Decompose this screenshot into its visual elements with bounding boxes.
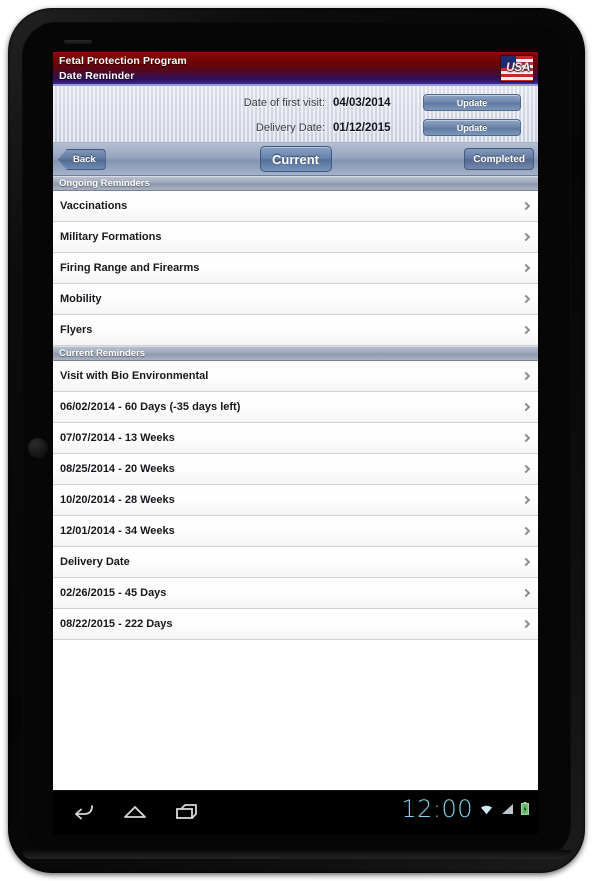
chevron-right-icon bbox=[521, 232, 531, 242]
front-camera-icon bbox=[28, 438, 48, 458]
list-item[interactable]: Visit with Bio Environmental bbox=[53, 361, 538, 392]
delivery-date-row: Delivery Date: 01/12/2015 Update bbox=[53, 116, 538, 139]
list-item-label: 08/22/2015 - 222 Days bbox=[60, 618, 173, 630]
list-item[interactable]: Firing Range and Firearms bbox=[53, 253, 538, 284]
list-item[interactable]: Military Formations bbox=[53, 222, 538, 253]
list-item-label: Vaccinations bbox=[60, 200, 128, 212]
chevron-right-icon bbox=[521, 263, 531, 273]
device-bottom-edge bbox=[22, 850, 571, 859]
recents-icon[interactable] bbox=[173, 799, 201, 825]
system-clock: 12:00 bbox=[401, 795, 473, 823]
back-button[interactable]: Back bbox=[58, 149, 106, 170]
list-item-label: Firing Range and Firearms bbox=[60, 262, 200, 274]
chevron-right-icon bbox=[521, 464, 531, 474]
list-item[interactable]: 06/02/2014 - 60 Days (-35 days left) bbox=[53, 392, 538, 423]
app-title-secondary: Date Reminder bbox=[59, 70, 135, 82]
list-item[interactable]: 07/07/2014 - 13 Weeks bbox=[53, 423, 538, 454]
back-icon[interactable] bbox=[69, 799, 97, 825]
chevron-right-icon bbox=[521, 526, 531, 536]
list-item-label: Delivery Date bbox=[60, 556, 130, 568]
chevron-right-icon bbox=[521, 294, 531, 304]
navigation-toolbar: Back Current Completed bbox=[53, 143, 538, 176]
list-item-label: Visit with Bio Environmental bbox=[60, 370, 209, 382]
usa-flag-logo-icon: USA bbox=[500, 55, 534, 82]
update-delivery-date-button[interactable]: Update bbox=[423, 119, 521, 136]
tab-completed[interactable]: Completed bbox=[464, 148, 534, 170]
section-header-ongoing: Ongoing Reminders bbox=[53, 176, 538, 191]
delivery-date-label: Delivery Date: bbox=[255, 121, 325, 134]
chevron-right-icon bbox=[521, 619, 531, 629]
tab-current[interactable]: Current bbox=[259, 146, 332, 172]
list-item[interactable]: 12/01/2014 - 34 Weeks bbox=[53, 516, 538, 547]
reminders-list: Ongoing Reminders Vaccinations Military … bbox=[53, 176, 538, 834]
chevron-right-icon bbox=[521, 433, 531, 443]
home-icon[interactable] bbox=[121, 799, 149, 825]
list-item-label: 06/02/2014 - 60 Days (-35 days left) bbox=[60, 401, 241, 413]
chevron-right-icon bbox=[521, 201, 531, 211]
app-title-primary: Fetal Protection Program bbox=[59, 55, 187, 67]
signal-icon bbox=[502, 804, 513, 814]
list-item[interactable]: Vaccinations bbox=[53, 191, 538, 222]
list-item[interactable]: Flyers bbox=[53, 315, 538, 346]
chevron-right-icon bbox=[521, 588, 531, 598]
update-first-visit-button[interactable]: Update bbox=[423, 94, 521, 111]
app-header: Fetal Protection Program Date Reminder U… bbox=[53, 52, 538, 86]
android-system-bar: 12:00 bbox=[53, 790, 538, 834]
delivery-date-value: 01/12/2015 bbox=[333, 121, 391, 134]
section-header-current: Current Reminders bbox=[53, 346, 538, 361]
battery-icon bbox=[521, 802, 529, 815]
chevron-right-icon bbox=[521, 557, 531, 567]
list-item-label: 08/25/2014 - 20 Weeks bbox=[60, 463, 175, 475]
status-cluster: 12:00 bbox=[401, 795, 530, 823]
first-visit-label: Date of first visit: bbox=[243, 96, 325, 109]
list-item-label: 10/20/2014 - 28 Weeks bbox=[60, 494, 175, 506]
usa-logo-text: USA bbox=[506, 60, 530, 74]
system-nav-buttons bbox=[69, 799, 201, 825]
list-item-label: 07/07/2014 - 13 Weeks bbox=[60, 432, 175, 444]
list-item[interactable]: 10/20/2014 - 28 Weeks bbox=[53, 485, 538, 516]
first-visit-row: Date of first visit: 04/03/2014 Update bbox=[53, 91, 538, 114]
list-item[interactable]: Delivery Date bbox=[53, 547, 538, 578]
first-visit-value: 04/03/2014 bbox=[333, 96, 391, 109]
app-screen: Fetal Protection Program Date Reminder U… bbox=[53, 52, 538, 834]
list-item[interactable]: 02/26/2015 - 45 Days bbox=[53, 578, 538, 609]
list-item-label: Military Formations bbox=[60, 231, 162, 243]
list-item-label: Mobility bbox=[60, 293, 102, 305]
list-item-label: Flyers bbox=[60, 324, 93, 336]
list-item[interactable]: 08/22/2015 - 222 Days bbox=[53, 609, 538, 640]
list-item-label: 02/26/2015 - 45 Days bbox=[60, 587, 167, 599]
speaker-slot bbox=[64, 40, 92, 44]
list-item-label: 12/01/2014 - 34 Weeks bbox=[60, 525, 175, 537]
chevron-right-icon bbox=[521, 495, 531, 505]
chevron-right-icon bbox=[521, 325, 531, 335]
chevron-right-icon bbox=[521, 402, 531, 412]
wifi-icon bbox=[481, 805, 492, 815]
dates-info-panel: Date of first visit: 04/03/2014 Update D… bbox=[53, 86, 538, 143]
list-item[interactable]: Mobility bbox=[53, 284, 538, 315]
list-item[interactable]: 08/25/2014 - 20 Weeks bbox=[53, 454, 538, 485]
chevron-right-icon bbox=[521, 371, 531, 381]
